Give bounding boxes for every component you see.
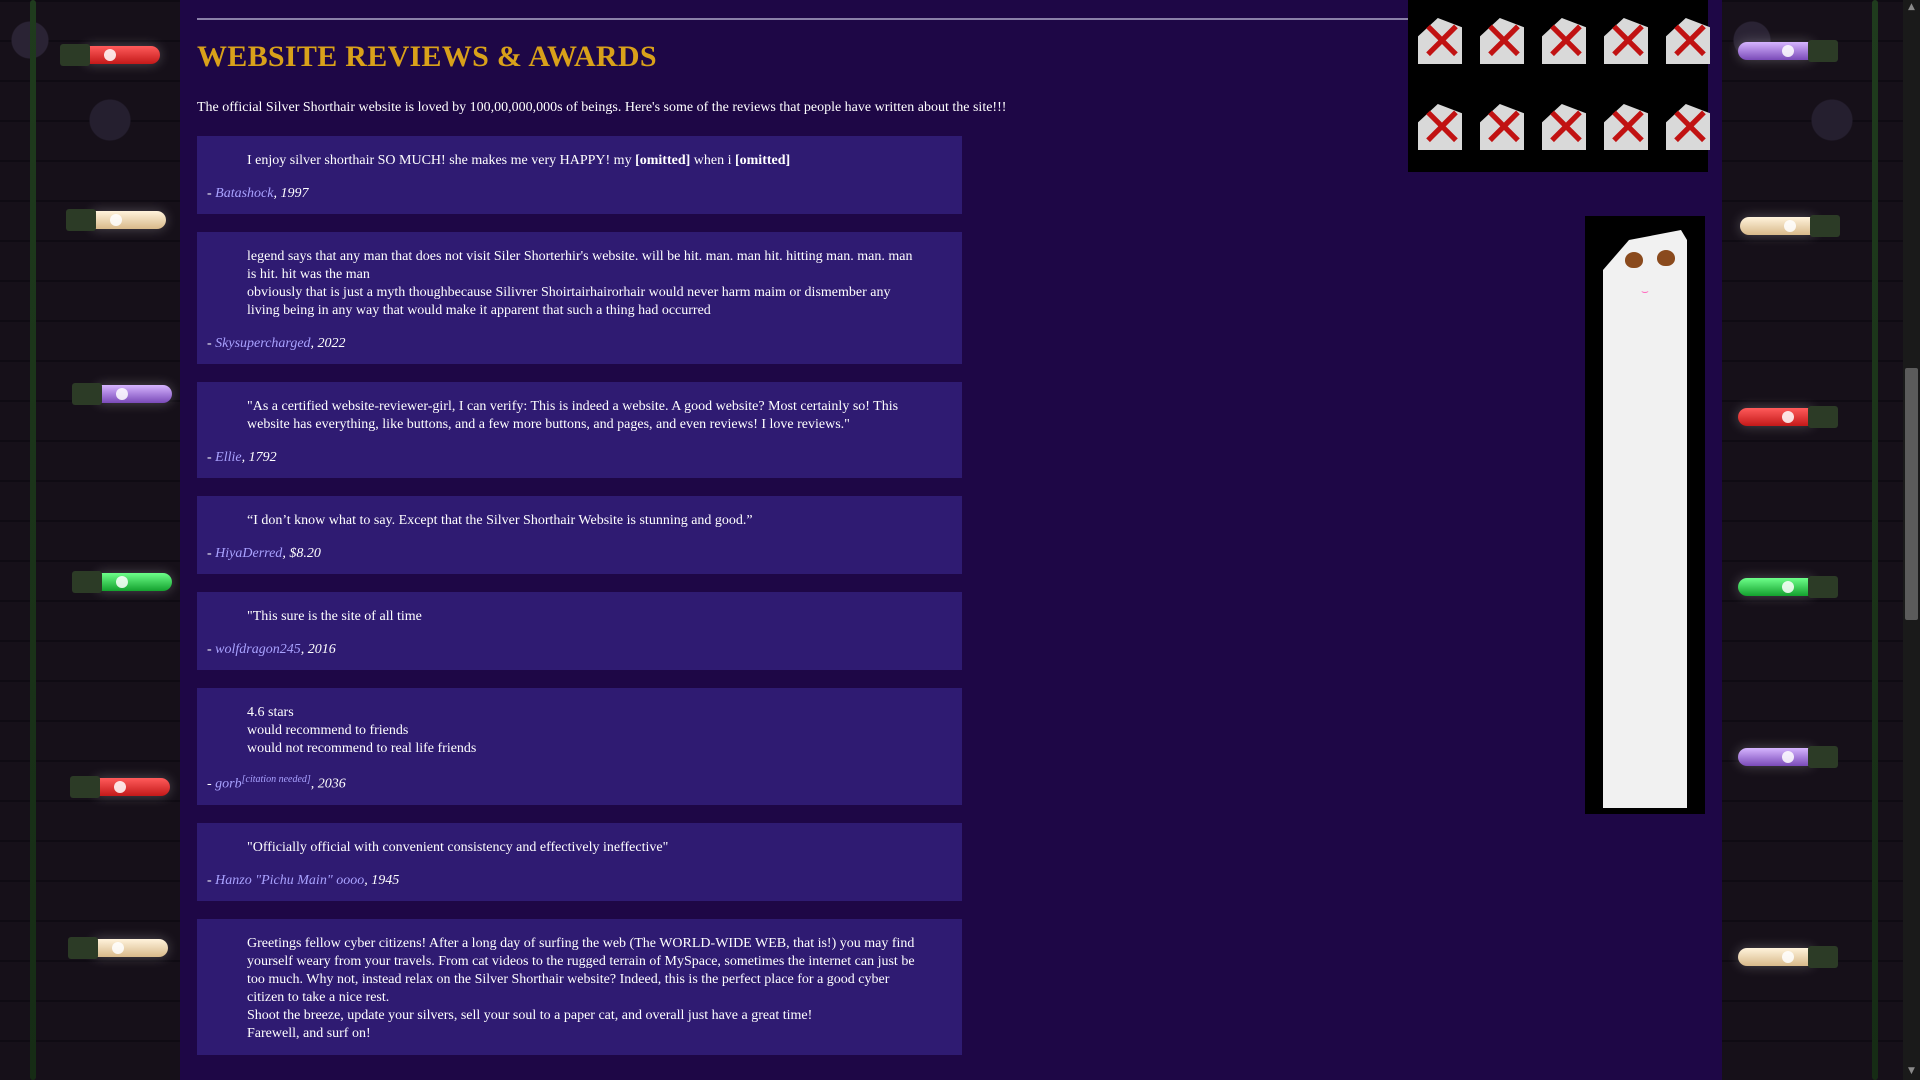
review-text: “I don’t know what to say. Except that t… xyxy=(247,513,753,528)
review-author[interactable]: gorb xyxy=(215,777,241,792)
green-light-bulb xyxy=(1738,576,1838,598)
review-text: "This sure is the site of all time xyxy=(247,609,422,624)
review-signature: - gorb[citation needed], 2036 xyxy=(207,774,346,792)
left-decoration-wall xyxy=(0,0,180,1080)
broken-image-icon: ✕ xyxy=(1666,10,1713,73)
broken-image-grid: ✕ ✕ ✕ ✕ ✕ ✕ ✕ ✕ ✕ ✕ xyxy=(1408,0,1713,172)
review-text: "As a certified website-reviewer-girl, I… xyxy=(247,399,899,432)
scroll-down-icon[interactable]: ▼ xyxy=(1906,1066,1917,1077)
purple-light-bulb xyxy=(1738,746,1838,768)
purple-light-bulb xyxy=(1738,40,1838,62)
review-card: I enjoy silver shorthair SO MUCH! she ma… xyxy=(197,136,962,214)
green-light-bulb xyxy=(72,571,172,593)
white-light-bulb xyxy=(1738,946,1838,968)
review-author[interactable]: Skysupercharged xyxy=(215,336,310,351)
broken-image-icon: ✕ xyxy=(1418,96,1465,159)
review-text: I enjoy silver shorthair SO MUCH! she ma… xyxy=(247,153,791,168)
review-card: "As a certified website-reviewer-girl, I… xyxy=(197,382,962,478)
paper-cat-image: ⌣ xyxy=(1585,216,1705,814)
white-light-bulb xyxy=(66,209,166,231)
review-card: “I don’t know what to say. Except that t… xyxy=(197,496,962,574)
broken-image-icon: ✕ xyxy=(1480,96,1527,159)
review-signature: - Batashock, 1997 xyxy=(207,186,309,201)
citation-note[interactable]: [citation needed] xyxy=(242,774,311,785)
cat-eye-right xyxy=(1657,250,1675,266)
review-text: Greetings fellow cyber citizens! After a… xyxy=(247,935,915,1041)
review-signature: - Hanzo "Pichu Main" oooo, 1945 xyxy=(207,872,400,888)
review-author[interactable]: Hanzo "Pichu Main" oooo xyxy=(215,873,364,888)
paper-cat-body xyxy=(1603,230,1687,808)
light-wire xyxy=(1872,0,1878,1080)
scroll-up-icon[interactable]: ▲ xyxy=(1906,2,1917,13)
purple-light-bulb xyxy=(72,383,172,405)
broken-image-icon: ✕ xyxy=(1542,10,1589,73)
scrollbar-thumb[interactable] xyxy=(1905,368,1918,620)
red-light-bulb xyxy=(70,776,170,798)
broken-image-icon: ✕ xyxy=(1604,10,1651,73)
review-author[interactable]: Ellie xyxy=(215,450,241,465)
review-signature: - wolfdragon245, 2016 xyxy=(207,642,336,657)
review-author[interactable]: Batashock xyxy=(215,186,273,201)
review-author[interactable]: wolfdragon245 xyxy=(215,642,301,657)
page-title: WEBSITE REVIEWS & AWARDS xyxy=(197,40,657,73)
review-author[interactable]: HiyaDerred xyxy=(215,546,282,561)
red-light-bulb xyxy=(60,44,160,66)
broken-image-icon: ✕ xyxy=(1666,96,1713,159)
red-light-bulb xyxy=(1738,406,1838,428)
broken-image-icon: ✕ xyxy=(1480,10,1527,73)
light-wire xyxy=(30,0,36,1080)
review-card: "Officially official with convenient con… xyxy=(197,822,962,901)
reviews-list: I enjoy silver shorthair SO MUCH! she ma… xyxy=(197,136,962,1073)
review-signature: - HiyaDerred, $8.20 xyxy=(207,546,321,561)
cat-eye-left xyxy=(1625,252,1643,268)
intro-text: The official Silver Shorthair website is… xyxy=(197,100,1007,115)
right-decoration-wall xyxy=(1722,0,1920,1080)
review-card: legend says that any man that does not v… xyxy=(197,232,962,364)
review-text: 4.6 stars would recommend to friends would… xyxy=(247,705,477,756)
white-light-bulb xyxy=(1740,215,1840,237)
broken-image-icon: ✕ xyxy=(1418,10,1465,73)
review-text: "Officially official with convenient con… xyxy=(247,839,669,855)
review-card: "This sure is the site of all time - wol… xyxy=(197,592,962,670)
review-text: legend says that any man that does not v… xyxy=(247,249,913,318)
broken-image-icon: ✕ xyxy=(1604,96,1651,159)
cat-mouth-icon: ⌣ xyxy=(1641,284,1649,298)
white-light-bulb xyxy=(68,937,168,959)
review-card: Greetings fellow cyber citizens! After a… xyxy=(197,918,962,1055)
vertical-scrollbar[interactable]: ▲ ▼ xyxy=(1903,0,1920,1080)
horizontal-rule xyxy=(197,18,1417,20)
review-card: 4.6 stars would recommend to friends would… xyxy=(197,688,962,805)
broken-image-icon: ✕ xyxy=(1542,96,1589,159)
review-signature: - Ellie, 1792 xyxy=(207,450,277,465)
review-signature: - Skysupercharged, 2022 xyxy=(207,336,346,351)
